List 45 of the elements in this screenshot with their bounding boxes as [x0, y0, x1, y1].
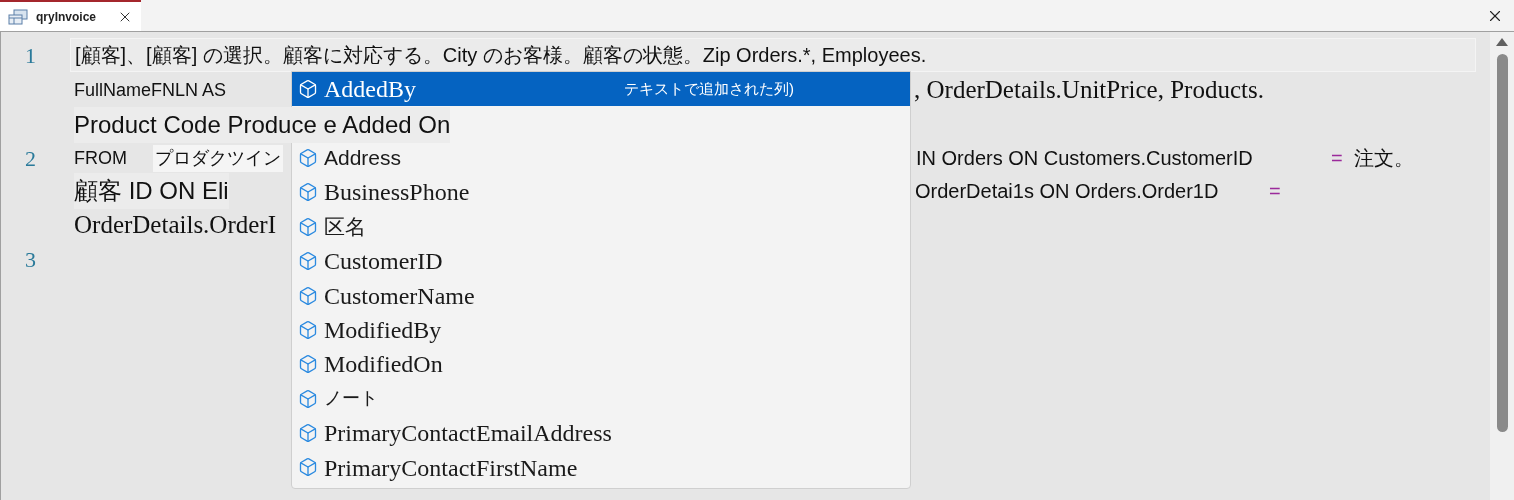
operator: = — [1269, 179, 1281, 204]
autocomplete-item[interactable]: ModifiedOn — [292, 347, 910, 382]
cube-icon — [298, 285, 318, 306]
code-text: Product Code Produce e Added On — [74, 107, 451, 143]
autocomplete-item[interactable]: 区名 — [292, 209, 910, 244]
code-text: IN Orders ON Customers.CustomerID — [916, 146, 1253, 171]
autocomplete-item[interactable]: PrimaryContactFirstName — [292, 450, 910, 485]
line-number: 2 — [25, 144, 36, 173]
item-hint: テキストで追加された列) — [624, 78, 794, 99]
line-number: 1 — [25, 41, 36, 70]
code-text: 顧客 ID ON Eli — [74, 173, 229, 209]
document-tab[interactable]: qryInvoice — [0, 0, 141, 31]
line-number: 3 — [25, 245, 36, 274]
autocomplete-item[interactable]: AddedBy テキストで追加された列) — [292, 72, 910, 107]
autocomplete-item[interactable]: ノート — [292, 381, 910, 416]
cube-icon — [298, 216, 318, 237]
code-text: 注文。 — [1354, 146, 1414, 171]
scroll-up-icon[interactable] — [1496, 38, 1508, 46]
code-text: FullNameFNLN AS — [74, 78, 227, 102]
cube-icon — [298, 251, 318, 272]
autocomplete-item[interactable]: BusinessPhone — [292, 175, 910, 210]
code-text: OrderDetai1s ON Orders.Order1D — [915, 179, 1219, 204]
autocomplete-item[interactable]: CustomerID — [292, 243, 910, 279]
autocomplete-item[interactable]: Address — [292, 140, 910, 176]
autocomplete-item[interactable]: CustomerName — [292, 278, 910, 313]
scrollbar[interactable] — [1490, 32, 1514, 500]
operator: = — [1331, 146, 1343, 171]
autocomplete-item[interactable]: PrimaryContactEmailAddress — [292, 415, 910, 451]
code-text: プロダクツイン — [153, 144, 283, 172]
cube-icon — [298, 182, 318, 203]
scroll-thumb[interactable] — [1496, 54, 1508, 432]
cube-icon — [298, 457, 318, 478]
cube-icon — [298, 147, 318, 168]
cube-icon — [298, 79, 318, 100]
cube-icon — [298, 354, 318, 375]
code-text: OrderDetails.OrderI — [74, 210, 276, 241]
code-text: FROM — [74, 146, 127, 170]
cube-icon — [298, 388, 318, 409]
query-icon — [8, 8, 28, 25]
tab-title: qryInvoice — [36, 8, 97, 26]
code-text: , OrderDetails.UnitPrice, Products. — [914, 75, 1264, 106]
code-text: [顧客]、[顧客] の選択。顧客に対応する。City のお客様。顧客の状態。Zip Orders.*, Employees. — [75, 43, 927, 68]
cube-icon — [298, 423, 318, 444]
autocomplete-item[interactable]: ModifiedBy — [292, 312, 910, 348]
cube-icon — [298, 319, 318, 340]
